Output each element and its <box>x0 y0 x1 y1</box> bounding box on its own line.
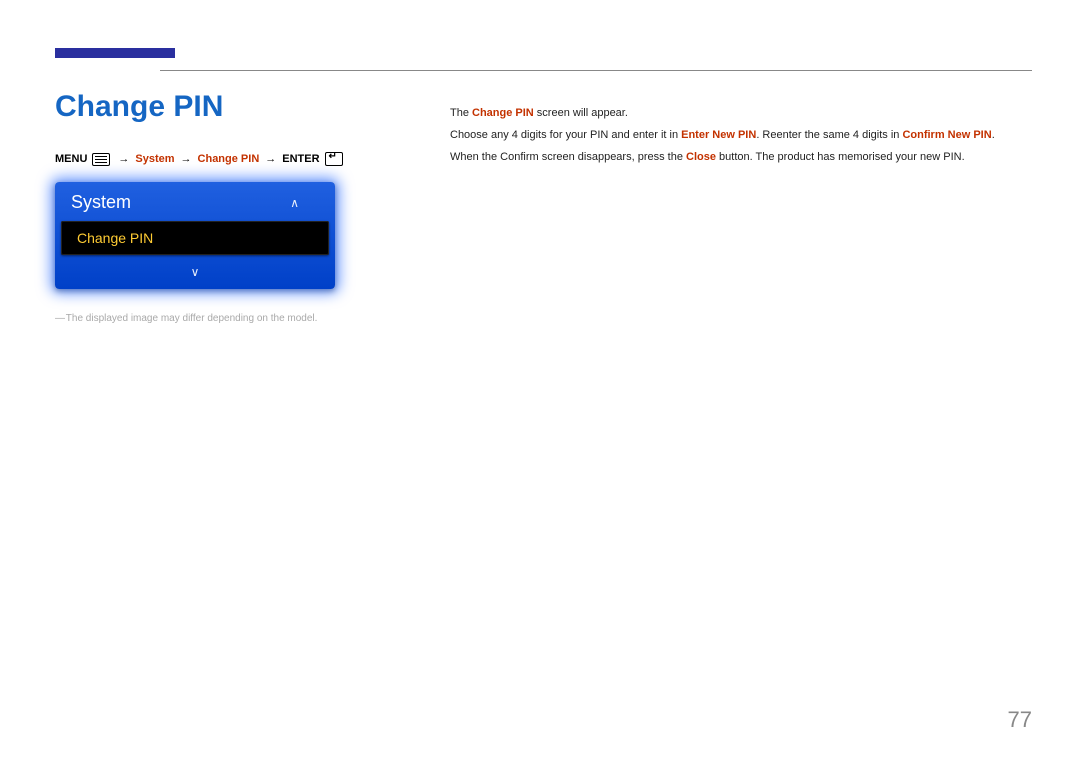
body-line-3: When the Confirm screen disappears, pres… <box>450 146 1030 168</box>
text: When the Confirm screen disappears, pres… <box>450 151 686 163</box>
highlight-text: Enter New PIN <box>681 129 756 141</box>
highlight-text: Close <box>686 151 716 163</box>
osd-selected-item[interactable]: Change PIN <box>61 221 329 255</box>
text: button. The product has memorised your n… <box>716 151 965 163</box>
breadcrumb-enter: ENTER <box>282 153 319 165</box>
disclaimer-text: The displayed image may differ depending… <box>55 313 405 324</box>
text: . <box>992 129 995 141</box>
breadcrumb-menu: MENU <box>55 153 87 165</box>
osd-panel-title: System <box>71 192 131 213</box>
text: Choose any 4 digits for your PIN and ent… <box>450 129 681 141</box>
arrow-icon: → <box>265 153 276 165</box>
chevron-up-icon[interactable]: ∧ <box>290 196 299 210</box>
page-number: 77 <box>1008 707 1032 733</box>
text: . Reenter the same 4 digits in <box>756 129 902 141</box>
header-rule <box>160 70 1032 71</box>
chapter-bar <box>55 48 175 58</box>
arrow-icon: → <box>181 153 192 165</box>
body-line-1: The Change PIN screen will appear. <box>450 102 1030 124</box>
osd-panel-header: System ∧ <box>55 182 335 217</box>
breadcrumb: MENU → System → Change PIN → ENTER <box>55 152 405 166</box>
text: The <box>450 107 472 119</box>
breadcrumb-change-pin: Change PIN <box>198 153 260 165</box>
text: screen will appear. <box>534 107 628 119</box>
arrow-icon: → <box>118 153 129 165</box>
breadcrumb-system: System <box>135 153 174 165</box>
left-column: Change PIN MENU → System → Change PIN → … <box>55 90 405 324</box>
osd-panel: System ∧ Change PIN ∨ <box>55 182 335 289</box>
chevron-down-icon[interactable]: ∨ <box>191 265 200 279</box>
highlight-text: Change PIN <box>472 107 534 119</box>
page-title: Change PIN <box>55 90 405 124</box>
enter-icon <box>325 152 343 166</box>
highlight-text: Confirm New PIN <box>902 129 991 141</box>
body-line-2: Choose any 4 digits for your PIN and ent… <box>450 124 1030 146</box>
right-column: The Change PIN screen will appear. Choos… <box>450 102 1030 168</box>
menu-icon <box>92 153 110 166</box>
osd-panel-footer: ∨ <box>55 259 335 289</box>
